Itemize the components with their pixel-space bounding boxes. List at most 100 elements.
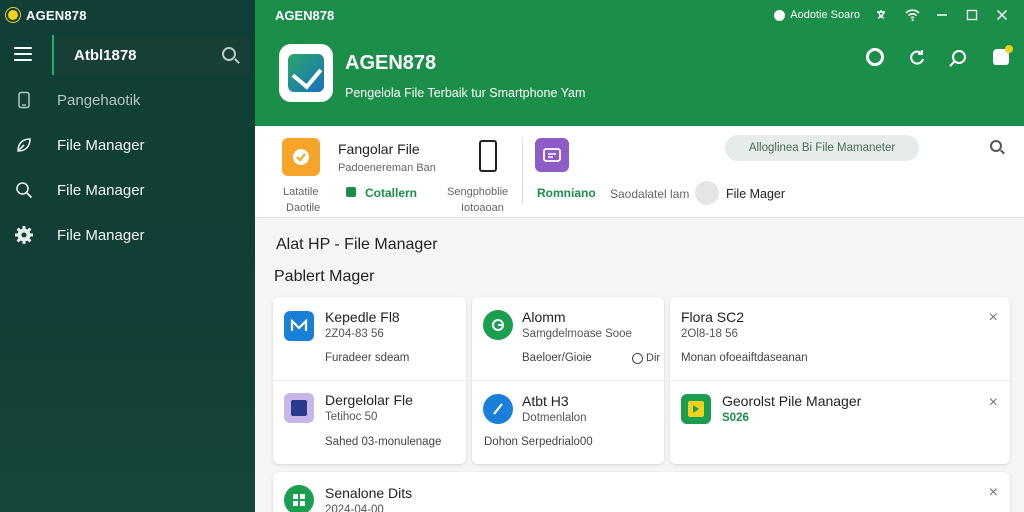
- sidebar-item-pangehaotik[interactable]: Pangehaotik: [0, 82, 255, 118]
- phone-icon: [14, 90, 34, 110]
- window-center-title: AGEN878: [275, 7, 335, 23]
- sidebar-search-value: Atbl1878: [74, 46, 137, 64]
- sidebar-item-label: Pangehaotik: [57, 91, 141, 109]
- list-item[interactable]: Flora SC2 2Ol8-18 56 Monan ofoeaiftdasea…: [670, 297, 1010, 380]
- tool1-title[interactable]: Fangolar File: [338, 141, 420, 157]
- status-dot-icon: [774, 9, 786, 21]
- tool5-label[interactable]: File Mager: [726, 187, 785, 201]
- avatar-icon[interactable]: [695, 181, 719, 205]
- status-text: Aodotie Soaro: [790, 9, 860, 21]
- hamburger-menu-icon[interactable]: [14, 47, 32, 61]
- sidebar-item-label: File Manager: [57, 136, 145, 154]
- tool1-subtitle: Padoenereman Ban: [338, 162, 436, 174]
- file-card-bottom[interactable]: Senalone Dits 2024-04-00 ×: [273, 472, 1010, 512]
- tool1-left-b: Daotile: [286, 202, 321, 214]
- sidebar-item-file-manager-2[interactable]: File Manager: [0, 172, 255, 208]
- item-name: Georolst Pile Manager: [722, 393, 862, 409]
- tool3-label[interactable]: Romniano: [537, 186, 596, 200]
- item-foot: Baeloer/Gioie: [522, 352, 592, 364]
- file-manager-chip[interactable]: Alloglinea Bi File Mamaneter: [725, 135, 919, 161]
- item-foot: Monan ofoeaiftdaseanan: [681, 352, 808, 364]
- section-title-tools: Alat HP - File Manager: [276, 236, 438, 253]
- item-meta: S026: [722, 412, 749, 424]
- item-name: Atbt H3: [522, 393, 569, 409]
- sidebar-search-field[interactable]: Atbl1878: [52, 35, 250, 75]
- file-card-column-3: Flora SC2 2Ol8-18 56 Monan ofoeaiftdasea…: [670, 297, 1010, 464]
- status-indicator[interactable]: Aodotie Soaro: [774, 9, 860, 21]
- search-icon: [14, 180, 34, 200]
- tool2-label-b: Iotoaoan: [461, 202, 504, 214]
- app-logo-icon: [6, 8, 20, 22]
- leaf-icon: [14, 135, 34, 155]
- list-item[interactable]: Georolst Pile Manager S026 ×: [670, 381, 1010, 464]
- sidebar-item-label: File Manager: [57, 226, 145, 244]
- t-icon: [284, 393, 314, 423]
- app-logo: [279, 44, 333, 102]
- item-foot: Furadeer sdeam: [325, 352, 410, 364]
- check-logo-icon: [288, 54, 324, 92]
- close-icon[interactable]: ×: [989, 484, 998, 502]
- battery-icon[interactable]: [479, 140, 497, 172]
- tool1-left-a: Latatile: [283, 186, 319, 198]
- tool-strip: Fangolar File Padoenereman Ban Latatile …: [255, 126, 1024, 218]
- app-tagline: Pengelola File Terbaik tur Smartphone Ya…: [345, 86, 586, 100]
- refresh-icon[interactable]: [906, 46, 928, 68]
- sidebar-item-file-manager-1[interactable]: File Manager: [0, 127, 255, 163]
- tool1-link[interactable]: Cotallern: [365, 186, 417, 200]
- info-badge-label: Dir: [646, 352, 661, 364]
- item-foot: Sahed 03-monulenage: [325, 436, 442, 448]
- item-meta: Samgdelmoase Sooe: [522, 328, 632, 340]
- section-title-manager: Pablert Mager: [274, 268, 375, 285]
- d-icon: [483, 394, 513, 424]
- close-icon[interactable]: ×: [989, 309, 998, 327]
- folder-icon: [346, 187, 356, 197]
- grid-icon: [284, 485, 314, 512]
- maximize-button[interactable]: [964, 7, 980, 23]
- tool2-label-a: Sengphoblie: [447, 186, 509, 198]
- item-name: Senalone Dits: [325, 485, 413, 501]
- list-item[interactable]: Atbt H3 Dotmenlalon Dohon Serpedrialo00: [472, 381, 664, 464]
- item-name: Kepedle Fl8: [325, 309, 400, 325]
- archive-tool-icon[interactable]: [535, 138, 569, 172]
- window-title: AGEN878: [26, 7, 87, 23]
- title-bar: AGEN878 AGEN878 Aodotie Soaro: [0, 0, 1024, 30]
- file-card-column-1: Kepedle Fl8 2Z04-83 56 Furadeer sdeam De…: [273, 297, 466, 464]
- close-icon[interactable]: ×: [989, 394, 998, 412]
- list-item[interactable]: Kepedle Fl8 2Z04-83 56 Furadeer sdeam: [273, 297, 466, 380]
- item-name: Flora SC2: [681, 309, 745, 325]
- minimize-button[interactable]: [934, 7, 950, 23]
- translate-icon[interactable]: [874, 7, 890, 23]
- item-name: Dergelolar Fle: [325, 392, 413, 408]
- item-meta: 2024-04-00: [325, 504, 384, 512]
- sidebar-item-label: File Manager: [57, 181, 145, 199]
- close-button[interactable]: [994, 7, 1010, 23]
- app-header: AGEN878 Pengelola File Terbaik tur Smart…: [255, 30, 1024, 126]
- tool4-label[interactable]: Saodalatel lam: [610, 187, 689, 201]
- info-badge[interactable]: Dir: [632, 352, 660, 364]
- item-name: Alomm: [522, 309, 566, 325]
- sidebar-item-file-manager-3[interactable]: File Manager: [0, 217, 255, 253]
- sidebar: Atbl1878 Pangehaotik File Manager File M…: [0, 30, 255, 512]
- item-meta: Tetihoc 50: [325, 411, 378, 423]
- wifi-icon[interactable]: [904, 7, 920, 23]
- list-item[interactable]: Alomm Samgdelmoase Sooe Baeloer/Gioie Di…: [472, 297, 664, 380]
- g-icon: [483, 310, 513, 340]
- title-bar-left: AGEN878: [0, 0, 255, 30]
- item-meta: 2Z04-83 56: [325, 328, 384, 340]
- account-icon[interactable]: [864, 46, 886, 68]
- list-item[interactable]: Dergelolar Fle Tetihoc 50 Sahed 03-monul…: [273, 381, 466, 464]
- file-card-column-2: Alomm Samgdelmoase Sooe Baeloer/Gioie Di…: [472, 297, 664, 464]
- divider: [522, 138, 523, 204]
- search-icon[interactable]: [222, 47, 236, 61]
- item-meta: 2Ol8-18 56: [681, 328, 738, 340]
- file-tool-icon[interactable]: [282, 138, 320, 176]
- play-icon: [681, 394, 711, 424]
- item-foot: Dohon Serpedrialo00: [484, 436, 593, 448]
- search-icon[interactable]: [948, 46, 970, 68]
- toolbar-search-icon[interactable]: [990, 140, 1002, 152]
- app-name: AGEN878: [345, 52, 437, 74]
- info-icon: [632, 352, 643, 364]
- notification-icon[interactable]: [990, 45, 1013, 68]
- gear-icon: [14, 225, 34, 245]
- item-meta: Dotmenlalon: [522, 412, 587, 424]
